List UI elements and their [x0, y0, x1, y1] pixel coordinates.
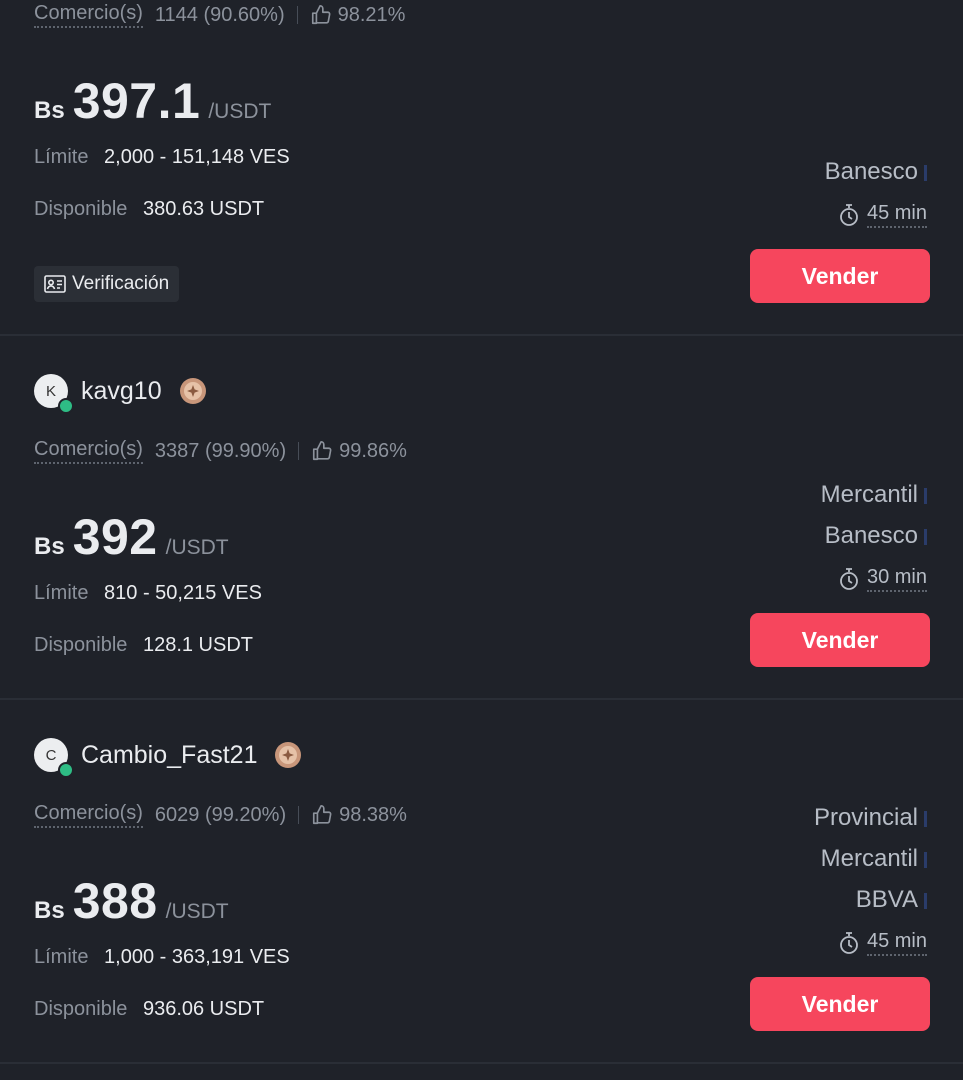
trades-count: 1144 (90.60%) — [154, 3, 285, 26]
available-label: Disponible — [34, 634, 128, 656]
limit-value: 1,000 - 363,191 VES — [104, 946, 290, 968]
avatar-initial: K — [45, 382, 56, 400]
trades-label[interactable]: Comercio(s) — [34, 438, 143, 464]
offer-card: Comercio(s) 1144 (90.60%) 98.21% Bs 397.… — [0, 0, 963, 335]
payment-time-value: 45 min — [866, 202, 927, 228]
available-label: Disponible — [34, 198, 128, 220]
available-value: 380.63 USDT — [142, 198, 265, 220]
payment-time-value: 45 min — [866, 930, 927, 956]
limit-row: Límite 2,000 - 151,148 VES — [34, 146, 290, 169]
trades-label[interactable]: Comercio(s) — [34, 2, 143, 28]
offer-card: K kavg10 Comercio(s) 3387 (99.90%) 99.86… — [0, 336, 963, 700]
avatar-initial: C — [45, 746, 57, 764]
merchant-header[interactable]: K kavg10 — [34, 371, 208, 414]
stats-separator — [298, 442, 300, 460]
stats-separator — [296, 6, 298, 24]
available-value: 936.06 USDT — [142, 998, 265, 1020]
price-currency: Bs — [34, 97, 65, 124]
thumbs-up-icon — [311, 5, 331, 25]
completion-rate: 99.86% — [339, 439, 407, 462]
price: Bs 388 /USDT — [34, 872, 229, 930]
avatar: K — [34, 374, 74, 414]
limit-label: Límite — [34, 146, 89, 168]
trades-count: 6029 (99.20%) — [154, 803, 287, 826]
online-status-dot — [58, 398, 74, 414]
merchant-badge-icon — [275, 742, 302, 768]
payment-time: 45 min — [838, 202, 927, 228]
available-row: Disponible 128.1 USDT — [34, 634, 253, 657]
sell-button[interactable]: Vender — [750, 977, 930, 1031]
verification-tag[interactable]: Verificación — [34, 266, 180, 302]
p2p-offer-list: Comercio(s) 1144 (90.60%) 98.21% Bs 397.… — [0, 0, 963, 1080]
available-row: Disponible 936.06 USDT — [34, 998, 264, 1021]
price-value: 397.1 — [72, 73, 201, 129]
price-currency: Bs — [34, 533, 65, 560]
sell-button[interactable]: Vender — [750, 613, 930, 667]
merchant-stats: Comercio(s) 6029 (99.20%) 98.38% — [34, 800, 407, 830]
price: Bs 392 /USDT — [34, 508, 229, 566]
available-row: Disponible 380.63 USDT — [34, 198, 264, 221]
limit-row: Límite 810 - 50,215 VES — [34, 582, 262, 605]
price-value: 392 — [72, 509, 158, 565]
payment-method: Banesco — [825, 158, 927, 186]
payment-time: 45 min — [838, 930, 927, 956]
limit-row: Límite 1,000 - 363,191 VES — [34, 946, 290, 969]
price-currency: Bs — [34, 897, 65, 924]
price-unit: /USDT — [208, 100, 272, 123]
merchant-header[interactable]: C Cambio_Fast21 — [34, 735, 303, 778]
stopwatch-icon — [840, 204, 858, 226]
available-value: 128.1 USDT — [142, 634, 254, 656]
stopwatch-icon — [840, 568, 858, 590]
merchant-name[interactable]: Cambio_Fast21 — [81, 741, 257, 770]
price: Bs 397.1 /USDT — [34, 72, 271, 130]
payment-time-value: 30 min — [866, 566, 927, 592]
price-value: 388 — [72, 873, 158, 929]
limit-label: Límite — [34, 946, 89, 968]
card-divider — [0, 1062, 963, 1064]
online-status-dot — [58, 762, 74, 778]
avatar: C — [34, 738, 74, 778]
limit-value: 2,000 - 151,148 VES — [104, 146, 290, 168]
merchant-badge-icon — [179, 378, 206, 404]
payment-method: Mercantil — [821, 845, 927, 873]
limit-value: 810 - 50,215 VES — [104, 582, 262, 604]
merchant-stats: Comercio(s) 1144 (90.60%) 98.21% — [34, 0, 405, 30]
thumbs-up-icon — [313, 805, 332, 825]
payment-method: Provincial — [814, 804, 927, 832]
sell-button[interactable]: Vender — [750, 249, 930, 303]
completion-rate: 98.21% — [337, 3, 406, 26]
id-card-icon — [44, 275, 66, 293]
price-unit: /USDT — [165, 536, 229, 559]
thumbs-up-icon — [313, 441, 332, 461]
payment-method: Banesco — [825, 522, 927, 550]
payment-method: BBVA — [856, 886, 927, 914]
merchant-stats: Comercio(s) 3387 (99.90%) 99.86% — [34, 436, 407, 466]
stopwatch-icon — [840, 932, 858, 954]
stats-separator — [298, 806, 300, 824]
payment-method: Mercantil — [821, 481, 927, 509]
merchant-name[interactable]: kavg10 — [81, 377, 162, 406]
price-unit: /USDT — [165, 900, 229, 923]
offer-card: C Cambio_Fast21 Comercio(s) 6029 (99.20%… — [0, 700, 963, 1064]
limit-label: Límite — [34, 582, 89, 604]
payment-time: 30 min — [838, 566, 927, 592]
available-label: Disponible — [34, 998, 128, 1020]
trades-label[interactable]: Comercio(s) — [34, 802, 143, 828]
completion-rate: 98.38% — [339, 803, 407, 826]
trades-count: 3387 (99.90%) — [154, 439, 287, 462]
verification-label: Verificación — [72, 273, 170, 294]
